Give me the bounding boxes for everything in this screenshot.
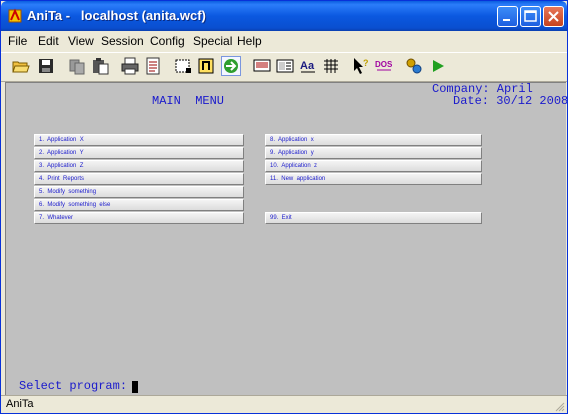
menu-option-9[interactable]: 9. Application y xyxy=(265,147,482,159)
grid-icon[interactable] xyxy=(322,57,340,75)
menu-option-4[interactable]: 4. Print Reports xyxy=(34,173,244,185)
close-icon xyxy=(548,11,559,22)
paste-icon[interactable] xyxy=(91,57,109,75)
menu-option-10[interactable]: 10. Application z xyxy=(265,160,482,172)
connect-icon xyxy=(224,59,238,73)
paste-special-icon[interactable] xyxy=(197,57,215,75)
play-icon[interactable] xyxy=(429,57,447,75)
svg-text:DOS: DOS xyxy=(375,60,393,69)
print-preview-icon[interactable] xyxy=(144,57,162,75)
minimize-icon xyxy=(503,19,510,21)
window-title: AniTa - localhost (anita.wcf) xyxy=(27,8,206,23)
maximize-button[interactable] xyxy=(520,6,541,27)
menu-session[interactable]: Session xyxy=(101,34,144,48)
font-icon[interactable]: Aa xyxy=(299,57,317,75)
menu-option-3[interactable]: 3. Application Z xyxy=(34,160,244,172)
open-folder-icon[interactable] xyxy=(12,57,30,75)
resize-grip-icon[interactable] xyxy=(554,401,565,412)
app-window: AniTa - localhost (anita.wcf) File Edit … xyxy=(0,0,568,414)
close-button[interactable] xyxy=(543,6,564,27)
menu-config[interactable]: Config xyxy=(150,34,185,48)
menu-option-7[interactable]: 7. Whatever xyxy=(34,212,244,224)
status-text: AniTa xyxy=(6,398,34,410)
menu-file[interactable]: File xyxy=(8,34,27,48)
select-program-prompt: Select program: xyxy=(19,379,135,393)
menu-title: MAIN MENU xyxy=(152,94,225,108)
menu-option-exit[interactable]: 99. Exit xyxy=(265,212,482,224)
status-bar: AniTa xyxy=(1,395,567,413)
maximize-icon xyxy=(524,10,537,22)
menu-option-1[interactable]: 1. Application X xyxy=(34,134,244,146)
minimize-button[interactable] xyxy=(497,6,518,27)
menu-bar: File Edit View Session Config Special He… xyxy=(1,31,567,51)
text-cursor xyxy=(132,381,138,393)
menu-option-6[interactable]: 6. Modify something else xyxy=(34,199,244,211)
screen-icon[interactable] xyxy=(253,57,271,75)
menu-option-11[interactable]: 11. New application xyxy=(265,173,482,185)
svg-text:?: ? xyxy=(363,58,369,68)
save-icon[interactable] xyxy=(37,57,55,75)
menu-view[interactable]: View xyxy=(68,34,94,48)
toolbar: Aa ? DOS xyxy=(1,52,567,82)
settings-icon[interactable] xyxy=(405,57,423,75)
menu-option-2[interactable]: 2. Application Y xyxy=(34,147,244,159)
title-bar[interactable]: AniTa - localhost (anita.wcf) xyxy=(1,1,567,31)
menu-edit[interactable]: Edit xyxy=(38,34,59,48)
print-icon[interactable] xyxy=(121,57,139,75)
copy-icon[interactable] xyxy=(68,57,86,75)
date-label: Date: 30/12 2008 xyxy=(453,94,568,108)
terminal-screen[interactable]: Company: April Date: 30/12 2008 MAIN MEN… xyxy=(5,82,568,395)
form-icon[interactable] xyxy=(276,57,294,75)
menu-option-5[interactable]: 5. Modify something xyxy=(34,186,244,198)
connect-button[interactable] xyxy=(221,56,241,76)
svg-text:Aa: Aa xyxy=(300,60,315,72)
menu-option-8[interactable]: 8. Application x xyxy=(265,134,482,146)
help-pointer-icon[interactable]: ? xyxy=(352,57,370,75)
menu-special[interactable]: Special xyxy=(193,34,232,48)
anita-app-icon xyxy=(8,8,22,23)
select-icon[interactable] xyxy=(174,57,192,75)
menu-help[interactable]: Help xyxy=(237,34,262,48)
dos-icon[interactable]: DOS xyxy=(375,57,393,75)
